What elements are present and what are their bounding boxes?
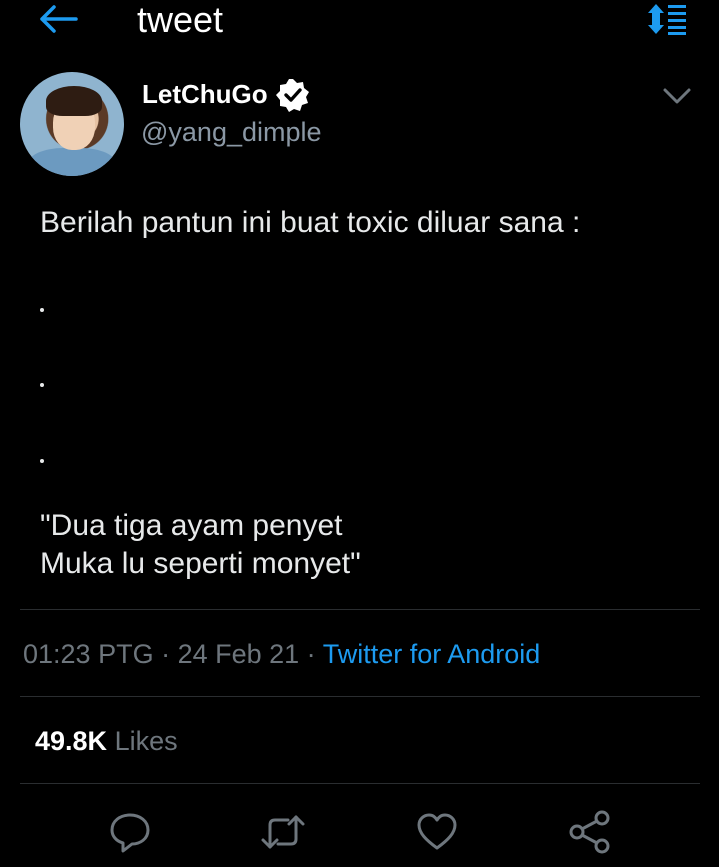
reply-icon <box>110 813 150 853</box>
arrow-left-icon <box>40 5 78 33</box>
share-icon <box>569 810 610 854</box>
top-bar: tweet <box>0 0 719 44</box>
likes-stat[interactable]: 49.8K Likes <box>35 726 178 757</box>
like-button[interactable] <box>414 809 460 855</box>
divider <box>20 696 700 697</box>
tweet-text-line: Muka lu seperti monyet" <box>40 547 361 580</box>
share-button[interactable] <box>566 809 612 855</box>
page-title: tweet <box>137 0 224 40</box>
reply-button[interactable] <box>107 809 153 855</box>
retweet-icon <box>261 815 305 849</box>
tweet-meta: 01:23 PTG · 24 Feb 21 · Twitter for Andr… <box>23 639 540 670</box>
more-options-button[interactable] <box>660 82 694 110</box>
sort-button[interactable] <box>644 2 690 36</box>
back-button[interactable] <box>36 2 80 36</box>
divider <box>20 609 700 610</box>
likes-count: 49.8K <box>35 726 108 756</box>
meta-separator: · <box>153 639 178 669</box>
avatar[interactable] <box>20 72 124 176</box>
tweet-dot <box>40 383 44 387</box>
retweet-button[interactable] <box>260 809 306 855</box>
tweet-dot <box>40 308 44 312</box>
tweet-time: 01:23 PTG <box>23 639 154 669</box>
tweet-source-link[interactable]: Twitter for Android <box>323 639 541 669</box>
likes-label: Likes <box>114 726 178 756</box>
author-display-name[interactable]: LetChuGo <box>142 79 268 110</box>
sort-list-icon <box>648 4 686 35</box>
author-handle[interactable]: @yang_dimple <box>141 117 322 148</box>
meta-separator: · <box>299 639 323 669</box>
tweet-dot <box>40 459 44 463</box>
tweet-text-line: Berilah pantun ini buat toxic diluar san… <box>40 206 581 239</box>
verified-badge-icon <box>276 78 310 112</box>
chevron-down-icon <box>663 88 691 104</box>
tweet-text-line: "Dua tiga ayam penyet <box>40 509 343 542</box>
divider <box>20 783 700 784</box>
tweet-date: 24 Feb 21 <box>177 639 300 669</box>
like-icon <box>417 813 457 850</box>
